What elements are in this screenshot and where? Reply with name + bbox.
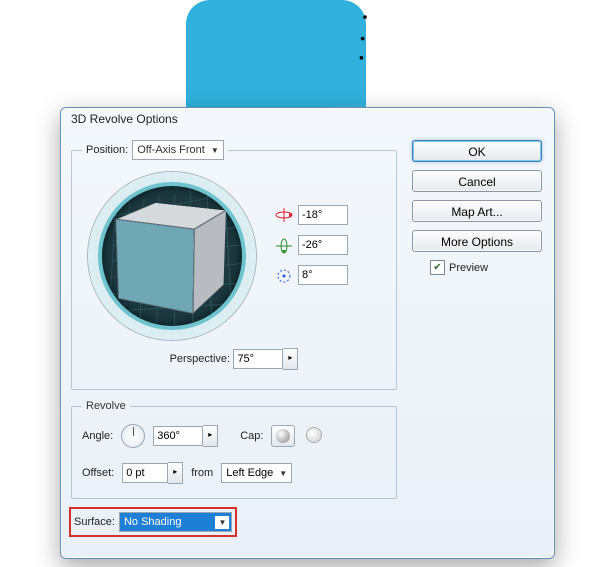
ok-button[interactable]: OK: [412, 140, 542, 162]
angle-dial[interactable]: [121, 424, 145, 448]
preview-checkbox[interactable]: ✔: [430, 260, 445, 275]
cap-off-icon: [306, 427, 322, 443]
surface-row-highlight: Surface: No Shading ▼: [71, 509, 235, 535]
angle-label: Angle:: [82, 430, 113, 442]
chevron-down-icon: ▼: [209, 146, 221, 155]
rotate-z-icon: [274, 268, 292, 282]
offset-input[interactable]: [122, 463, 168, 483]
preview-label: Preview: [449, 262, 488, 274]
offset-from-select[interactable]: Left Edge ▼: [221, 463, 292, 483]
offset-stepper[interactable]: ▸: [168, 462, 183, 484]
angle-stepper[interactable]: ▸: [203, 425, 218, 447]
offset-label: Offset:: [82, 467, 114, 479]
surface-value: No Shading: [124, 516, 210, 528]
chevron-down-icon: ▼: [277, 469, 289, 478]
perspective-label: Perspective:: [170, 353, 231, 365]
more-options-button[interactable]: More Options: [412, 230, 542, 252]
cap-off-button[interactable]: [303, 425, 325, 445]
rotate-z-input[interactable]: [298, 265, 348, 285]
chevron-down-icon: ▼: [215, 516, 229, 529]
cap-label: Cap:: [240, 430, 263, 442]
dialog-3d-revolve-options: 3D Revolve Options Position: Off-Axis Fr…: [60, 107, 555, 559]
perspective-input[interactable]: [233, 349, 283, 369]
revolve-group: Revolve Angle: ▸ Cap: Of: [71, 400, 397, 499]
perspective-stepper[interactable]: ▸: [283, 348, 298, 370]
position-label: Position:: [86, 144, 128, 156]
map-art-button[interactable]: Map Art...: [412, 200, 542, 222]
from-label: from: [191, 467, 213, 479]
position-preset-select[interactable]: Off-Axis Front ▼: [132, 140, 224, 160]
position-group: Position: Off-Axis Front ▼: [71, 140, 397, 390]
rotate-x-input[interactable]: [298, 205, 348, 225]
cap-on-icon: [276, 429, 290, 443]
cube-preview: [136, 210, 210, 297]
rotation-trackball[interactable]: [88, 172, 256, 340]
surface-select[interactable]: No Shading ▼: [119, 512, 232, 532]
rotate-y-icon: [274, 238, 292, 252]
offset-from-value: Left Edge: [226, 467, 273, 479]
rotate-y-input[interactable]: [298, 235, 348, 255]
rotate-x-icon: [274, 208, 292, 222]
cap-on-button[interactable]: [271, 425, 295, 447]
revolve-legend: Revolve: [82, 400, 130, 412]
position-preset-value: Off-Axis Front: [137, 144, 205, 156]
cancel-button[interactable]: Cancel: [412, 170, 542, 192]
surface-label: Surface:: [74, 516, 115, 528]
dialog-title: 3D Revolve Options: [61, 108, 554, 138]
angle-input[interactable]: [153, 426, 203, 446]
